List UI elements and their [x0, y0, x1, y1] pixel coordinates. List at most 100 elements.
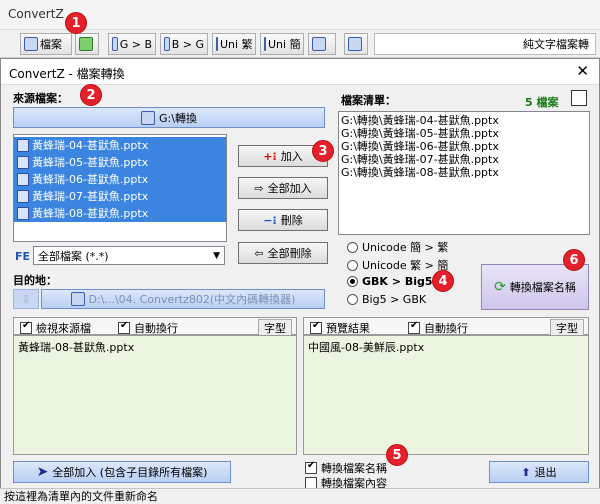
unicode-simp-button[interactable]: Uni 簡 [260, 33, 304, 55]
chevron-down-icon: ▼ [213, 250, 220, 261]
dest-folder-button[interactable]: D:\...\04. Convertz802(中文內碼轉換器) [41, 289, 325, 309]
radio-button[interactable] [347, 241, 358, 253]
source-preview-text: 黃蜂瑞-08-甚鼣魚.pptx [18, 341, 135, 354]
refresh-icon [79, 37, 93, 51]
arrow-left-icon: ⇦ [254, 246, 264, 260]
rename-option: 轉換檔案名稱 [305, 460, 387, 476]
source-folder-button[interactable]: G:\轉換 [13, 107, 325, 128]
file-button[interactable]: 檔案 [20, 33, 72, 55]
pptx-file-icon [17, 139, 29, 152]
mode-label: Unicode 繁 > 簡 [362, 259, 449, 272]
refresh-icon: ⟳ [494, 279, 506, 295]
convert-dialog: ConvertZ - 檔案轉換 ✕ 來源檔案： G:\轉換 黃蜂瑞-04-甚鼣魚… [0, 58, 600, 504]
arrow-right-icon: ⇨ [254, 181, 264, 195]
file-filter-select[interactable]: 全部檔案 (*.*) ▼ [33, 246, 225, 265]
badge-3: 3 [312, 140, 334, 162]
view-source-label: 檢視來源檔 [36, 322, 91, 335]
page-icon [112, 37, 118, 51]
wrap-right-checkbox[interactable] [408, 320, 420, 334]
text-convert-field[interactable]: 純文字檔案轉 [374, 33, 596, 55]
big5-to-gb-button[interactable]: B > G [160, 33, 208, 55]
dialog-titlebar: ConvertZ - 檔案轉換 ✕ [1, 59, 599, 85]
exit-label: 退出 [534, 466, 557, 479]
queued-file-list[interactable]: G:\轉換\黃蜂瑞-04-甚鼣魚.pptx G:\轉換\黃蜂瑞-05-甚鼣魚.pp… [338, 111, 590, 235]
big5-gb-label: B > G [171, 37, 204, 51]
unicode-icon [264, 37, 266, 51]
add-icon: +⁝ [263, 149, 277, 163]
text-convert-label: 純文字檔案轉 [523, 38, 589, 51]
badge-4: 4 [432, 270, 454, 292]
dest-path: D:\...\04. Convertz802(中文內碼轉換器) [88, 293, 296, 306]
queued-file-item[interactable]: G:\轉換\黃蜂瑞-05-甚鼣魚.pptx [339, 127, 589, 140]
unicode-icon [216, 37, 218, 51]
remove-icon: −⁝ [263, 213, 277, 227]
clear-list-icon[interactable] [571, 90, 587, 106]
source-file-item[interactable]: 黃蜂瑞-06-甚鼣魚.pptx [14, 171, 226, 188]
queued-file-item[interactable]: G:\轉換\黃蜂瑞-06-甚鼣魚.pptx [339, 140, 589, 153]
source-file-list[interactable]: 黃蜂瑞-04-甚鼣魚.pptx 黃蜂瑞-05-甚鼣魚.pptx 黃蜂瑞-06-甚鼣魚… [13, 134, 227, 242]
rename-checkbox[interactable] [305, 460, 317, 474]
badge-5: 5 [386, 444, 408, 466]
pptx-file-icon [17, 190, 29, 203]
source-panel-header: 檢視來源檔 自動換行 字型 [13, 317, 297, 337]
file-icon [24, 37, 38, 51]
convert-toggle-button[interactable] [75, 33, 99, 55]
window-button[interactable] [344, 33, 368, 55]
add-all-label: 全部加入 [267, 182, 312, 195]
radio-button[interactable] [347, 259, 358, 271]
file-filter-value: 全部檔案 (*.*) [38, 249, 109, 263]
rename-label: 轉換檔案名稱 [321, 462, 387, 475]
unicode-trad-button[interactable]: Uni 繁 [212, 33, 256, 55]
wrap-left-checkbox[interactable] [118, 320, 130, 334]
arrow-right-icon: ➤ [36, 464, 49, 480]
remove-button[interactable]: −⁝ 刪除 [238, 209, 328, 231]
add-all-button[interactable]: ⇨ 全部加入 [238, 177, 328, 199]
wrap-left-label: 自動換行 [134, 322, 178, 335]
radio-button[interactable] [347, 276, 358, 287]
source-preview[interactable]: 黃蜂瑞-08-甚鼣魚.pptx [13, 335, 297, 455]
queued-file-item[interactable]: G:\轉換\黃蜂瑞-08-甚鼣魚.pptx [339, 166, 589, 179]
remove-label: 刪除 [280, 214, 303, 227]
source-file-item[interactable]: 黃蜂瑞-08-甚鼣魚.pptx [14, 205, 226, 222]
result-preview-text: 中國風-08-美鮮辰.pptx [308, 341, 425, 354]
dest-label: 目的地： [13, 274, 57, 287]
view-source-checkbox[interactable] [20, 320, 32, 334]
radio-button[interactable] [347, 294, 358, 305]
exit-button[interactable]: ⬆ 退出 [489, 461, 589, 483]
convert-filenames-label: 轉換檔案名稱 [509, 281, 576, 294]
unicode-trad-label: Uni 繁 [220, 38, 253, 51]
source-file-item[interactable]: 黃蜂瑞-04-甚鼣魚.pptx [14, 137, 226, 154]
arrow-down-icon: ⇩ [21, 292, 31, 306]
badge-2: 2 [80, 84, 102, 106]
folder-icon [70, 292, 85, 306]
gb-to-big5-button[interactable]: G > B [108, 33, 156, 55]
add-all-subdirs-button[interactable]: ➤ 全部加入 (包含子目錄所有檔案) [13, 461, 231, 483]
page-icon [164, 37, 170, 51]
source-file-item[interactable]: 黃蜂瑞-05-甚鼣魚.pptx [14, 154, 226, 171]
source-file-name: 黃蜂瑞-07-甚鼣魚.pptx [32, 190, 149, 203]
file-label: 檔案 [40, 38, 62, 51]
queued-file-item[interactable]: G:\轉換\黃蜂瑞-04-甚鼣魚.pptx [339, 114, 589, 127]
arrow-up-icon: ⬆ [521, 465, 531, 479]
main-toolbar: 檔案 G > B B > G Uni 繁 Uni 簡 純文字檔案轉 [0, 30, 600, 58]
result-preview[interactable]: 中國風-08-美鮮辰.pptx [303, 335, 589, 455]
queued-file-item[interactable]: G:\轉換\黃蜂瑞-07-甚鼣魚.pptx [339, 153, 589, 166]
mode-label: Unicode 簡 > 繁 [362, 241, 449, 254]
format-menu-button[interactable] [308, 33, 336, 55]
badge-6: 6 [563, 249, 585, 271]
remove-all-button[interactable]: ⇦ 全部刪除 [238, 242, 328, 264]
mode-radio-option[interactable]: GBK > Big5 [347, 275, 433, 288]
add-all-subdirs-label: 全部加入 (包含子目錄所有檔案) [52, 466, 208, 479]
dest-pick-button[interactable]: ⇩ [13, 289, 39, 309]
result-panel-header: 預覽結果 自動換行 字型 [303, 317, 589, 337]
source-file-item[interactable]: 黃蜂瑞-07-甚鼣魚.pptx [14, 188, 226, 205]
mode-radio-option[interactable]: Unicode 繁 > 簡 [347, 257, 448, 273]
badge-1: 1 [65, 12, 87, 34]
source-folder-path: G:\轉換 [159, 111, 197, 125]
mode-radio-option[interactable]: Unicode 簡 > 繁 [347, 239, 448, 255]
mode-radio-option[interactable]: Big5 > GBK [347, 293, 426, 306]
close-icon[interactable]: ✕ [576, 62, 589, 80]
list-icon [312, 37, 326, 51]
dialog-title: ConvertZ - 檔案轉換 [9, 67, 125, 81]
preview-result-checkbox[interactable] [310, 320, 322, 334]
